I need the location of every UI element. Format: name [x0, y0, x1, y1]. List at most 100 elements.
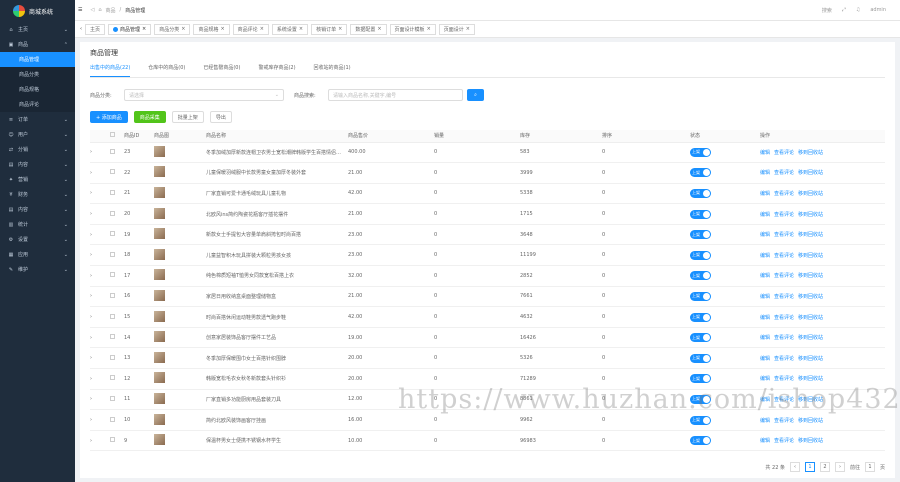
product-thumbnail[interactable]	[154, 248, 165, 260]
menu-toggle-icon[interactable]: ☰	[78, 7, 82, 13]
status-toggle[interactable]: 上架	[690, 250, 711, 260]
table-row[interactable]: › 21 厂家直销可爱卡通毛绒玩具儿童礼物 42.00 0 5338 0 上架 编辑 查看评论 移到…	[90, 183, 885, 205]
status-toggle[interactable]: 上架	[690, 333, 711, 343]
add-product-button[interactable]: + 添加商品	[90, 111, 128, 123]
sidebar-item[interactable]: ▤ 内容 ⌄	[0, 202, 75, 217]
view-comments-link[interactable]: 查看评论	[774, 252, 794, 259]
table-row[interactable]: › 22 儿童保暖羽绒服中长款男童女童加厚冬装外套 21.00 0 3999 0 上架 编辑 查看…	[90, 162, 885, 184]
status-tab[interactable]: 警戒库存商品(2)	[258, 64, 295, 77]
page-2-button[interactable]: 2	[819, 462, 830, 472]
next-page-button[interactable]: ›	[834, 462, 845, 472]
close-icon[interactable]: ×	[427, 26, 431, 32]
product-thumbnail[interactable]	[154, 413, 165, 425]
status-toggle[interactable]: 上架	[690, 415, 711, 425]
product-thumbnail[interactable]	[154, 310, 165, 322]
recycle-link[interactable]: 移到回收站	[798, 272, 823, 279]
status-toggle[interactable]: 上架	[690, 230, 711, 240]
sidebar-item[interactable]: ▤ 内容 ⌄	[0, 157, 75, 172]
row-checkbox[interactable]	[110, 251, 115, 257]
sidebar-item[interactable]: ⇄ 分销 ⌄	[0, 142, 75, 157]
product-thumbnail[interactable]	[154, 269, 165, 281]
status-toggle[interactable]: 上架	[690, 436, 711, 446]
product-thumbnail[interactable]	[154, 145, 165, 157]
edit-link[interactable]: 编辑	[760, 334, 770, 341]
recycle-link[interactable]: 移到回收站	[798, 437, 823, 444]
close-icon[interactable]: ×	[220, 26, 224, 32]
recycle-link[interactable]: 移到回收站	[798, 252, 823, 259]
page-tab[interactable]: 商品管理 ×	[108, 23, 152, 35]
status-toggle[interactable]: 上架	[690, 188, 711, 198]
sidebar-item[interactable]: ▦ 应用 ⌄	[0, 247, 75, 262]
status-toggle[interactable]: 上架	[690, 312, 711, 322]
row-checkbox[interactable]	[110, 189, 115, 195]
edit-link[interactable]: 编辑	[760, 355, 770, 362]
page-tab[interactable]: 数据配置 ×	[350, 23, 387, 35]
view-comments-link[interactable]: 查看评论	[774, 231, 794, 238]
sidebar-item[interactable]: ⌂ 主页 ⌄	[0, 22, 75, 37]
row-checkbox[interactable]	[110, 354, 115, 360]
edit-link[interactable]: 编辑	[760, 314, 770, 321]
sidebar-item[interactable]: 商品规格	[0, 82, 75, 97]
row-checkbox[interactable]	[110, 313, 115, 319]
status-tab[interactable]: 已经售罄商品(0)	[203, 64, 240, 77]
view-comments-link[interactable]: 查看评论	[774, 417, 794, 424]
table-row[interactable]: › 19 新款女士手提包大容量单肩斜挎包时尚百搭 23.00 0 3648 0 上架 编辑 查看评…	[90, 224, 885, 246]
view-comments-link[interactable]: 查看评论	[774, 211, 794, 218]
sidebar-item[interactable]: ✦ 营销 ⌄	[0, 172, 75, 187]
row-checkbox[interactable]	[110, 272, 115, 278]
view-comments-link[interactable]: 查看评论	[774, 375, 794, 382]
bell-icon[interactable]: ♫	[856, 7, 860, 13]
sidebar-item[interactable]: ⚙ 设置 ⌄	[0, 232, 75, 247]
edit-link[interactable]: 编辑	[760, 231, 770, 238]
product-thumbnail[interactable]	[154, 434, 165, 446]
search-input[interactable]: 请输入商品名称,关键字,编号	[328, 89, 463, 101]
close-icon[interactable]: ×	[299, 26, 303, 32]
edit-link[interactable]: 编辑	[760, 417, 770, 424]
table-row[interactable]: › 16 家居日用收纳盒桌面整理储物盒 21.00 0 7661 0 上架 编辑 查看评论 移到回收…	[90, 286, 885, 308]
status-toggle[interactable]: 上架	[690, 168, 711, 178]
row-checkbox[interactable]	[110, 169, 115, 175]
edit-link[interactable]: 编辑	[760, 437, 770, 444]
page-tab[interactable]: 商品评论 ×	[232, 23, 269, 35]
status-toggle[interactable]: 上架	[690, 209, 711, 219]
edit-link[interactable]: 编辑	[760, 252, 770, 259]
page-jump-input[interactable]: 1	[864, 462, 875, 472]
table-row[interactable]: › 18 儿童益智积木玩具拼装大颗粒男孩女孩 23.00 0 11199 0 上架 编辑 查看评论…	[90, 244, 885, 267]
sidebar-item[interactable]: ¥ 财务 ⌄	[0, 187, 75, 202]
row-checkbox[interactable]	[110, 292, 115, 298]
user-name[interactable]: admin	[870, 7, 886, 13]
view-comments-link[interactable]: 查看评论	[774, 334, 794, 341]
recycle-link[interactable]: 移到回收站	[798, 375, 823, 382]
status-toggle[interactable]: 上架	[690, 271, 711, 281]
view-comments-link[interactable]: 查看评论	[774, 169, 794, 176]
status-tab[interactable]: 回收站的商品(1)	[314, 64, 351, 77]
sidebar-item[interactable]: ☺ 用户 ⌄	[0, 127, 75, 142]
page-tab[interactable]: 系统设置 ×	[271, 23, 309, 35]
select-all-checkbox[interactable]	[110, 132, 115, 138]
page-tab[interactable]: 主页	[85, 23, 106, 35]
view-comments-link[interactable]: 查看评论	[774, 149, 794, 156]
sidebar-item[interactable]: 商品评论	[0, 97, 75, 112]
product-thumbnail[interactable]	[154, 331, 165, 343]
page-tab[interactable]: 商品规格 ×	[193, 23, 230, 35]
expand-row-icon[interactable]: ›	[90, 273, 92, 279]
edit-link[interactable]: 编辑	[760, 190, 770, 197]
prev-page-button[interactable]: ‹	[789, 462, 800, 472]
product-thumbnail[interactable]	[154, 166, 165, 178]
row-checkbox[interactable]	[110, 395, 115, 401]
collect-product-button[interactable]: 商品采集	[133, 111, 166, 123]
sidebar-item[interactable]: ▣ 商品 ⌃	[0, 37, 75, 52]
edit-link[interactable]: 编辑	[760, 149, 770, 156]
expand-row-icon[interactable]: ›	[90, 314, 92, 320]
product-thumbnail[interactable]	[154, 351, 165, 363]
sidebar-item[interactable]: ≡ 订单 ⌄	[0, 112, 75, 127]
sidebar-item[interactable]: ▥ 统计 ⌄	[0, 217, 75, 232]
expand-row-icon[interactable]: ›	[90, 417, 92, 423]
search-button[interactable]: ⌕	[467, 89, 484, 101]
export-button[interactable]: 导出	[209, 111, 232, 123]
recycle-link[interactable]: 移到回收站	[798, 417, 823, 424]
view-comments-link[interactable]: 查看评论	[774, 355, 794, 362]
product-thumbnail[interactable]	[154, 392, 165, 404]
table-row[interactable]: › 23 冬季加绒加厚新款连帽卫衣男士宽松潮牌韩版学生百搭情侣外套 400.00 0 58…	[90, 142, 885, 164]
expand-row-icon[interactable]: ›	[90, 376, 92, 382]
